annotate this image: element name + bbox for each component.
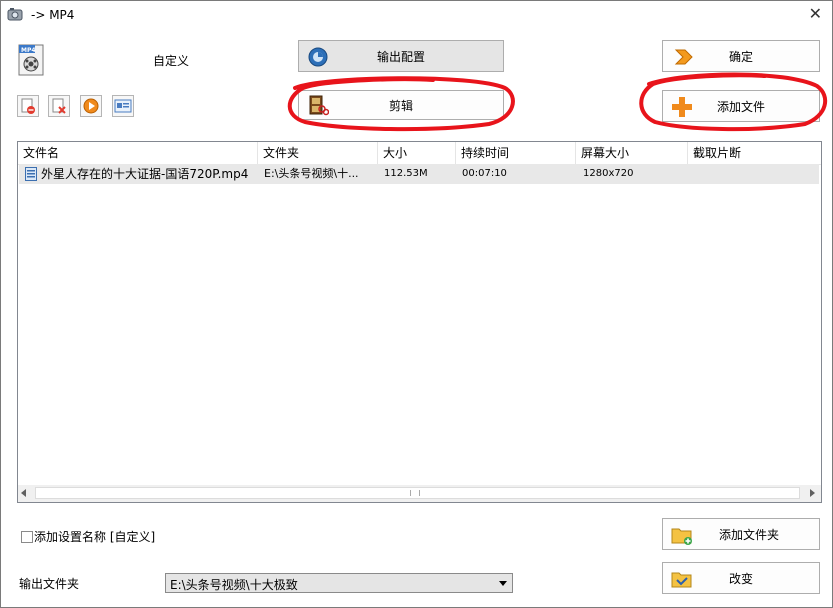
column-header-duration[interactable]: 持续时间 <box>456 142 576 164</box>
edit-button[interactable]: 剪辑 <box>298 90 504 120</box>
edit-label: 剪辑 <box>388 98 413 113</box>
close-icon[interactable]: ✕ <box>809 6 822 22</box>
remove-item-icon[interactable] <box>17 95 39 117</box>
window-title: -> MP4 <box>31 8 75 22</box>
confirm-label: 确定 <box>728 49 753 64</box>
row-size: 112.53M <box>384 168 428 179</box>
change-folder-button[interactable]: 改变 <box>662 562 820 594</box>
column-header-screen[interactable]: 屏幕大小 <box>576 142 688 164</box>
play-icon[interactable] <box>80 95 102 117</box>
row-clip <box>694 164 814 184</box>
chevron-down-icon <box>499 581 507 586</box>
scrollbar-grip <box>410 490 420 496</box>
svg-text:MP4: MP4 <box>21 47 36 54</box>
column-header-clip[interactable]: 截取片断 <box>688 142 821 164</box>
add-preset-name-label: 添加设置名称 [自定义] <box>34 530 156 544</box>
mp4-file-icon: MP4 <box>18 44 44 76</box>
app-icon <box>7 8 23 21</box>
scroll-left-icon[interactable] <box>21 489 26 497</box>
column-header-folder[interactable]: 文件夹 <box>258 142 378 164</box>
row-duration: 00:07:10 <box>462 168 507 179</box>
row-folder: E:\头条号视频\十... <box>264 167 359 180</box>
table-header: 文件名 文件夹 大小 持续时间 屏幕大小 截取片断 <box>18 142 821 165</box>
row-screen-size: 1280x720 <box>583 168 634 179</box>
output-config-label: 输出配置 <box>376 49 425 64</box>
add-preset-name-checkbox[interactable] <box>21 531 33 543</box>
output-config-button[interactable]: 输出配置 <box>298 40 504 72</box>
add-file-button[interactable]: 添加文件 <box>662 90 820 122</box>
confirm-button[interactable]: 确定 <box>662 40 820 72</box>
add-folder-label: 添加文件夹 <box>718 527 779 542</box>
scrollbar-thumb[interactable] <box>35 487 800 499</box>
file-table: 文件名 文件夹 大小 持续时间 屏幕大小 截取片断 外星人存在的十大证据-国语7… <box>17 141 822 503</box>
table-row[interactable]: 外星人存在的十大证据-国语720P.mp4 E:\头条号视频\十... 112.… <box>19 164 819 184</box>
output-folder-select[interactable]: E:\头条号视频\十大极致 <box>165 573 513 593</box>
row-file-name: 外星人存在的十大证据-国语720P.mp4 <box>41 167 249 181</box>
add-file-label: 添加文件 <box>716 99 765 114</box>
output-folder-label: 输出文件夹 <box>19 577 80 591</box>
media-info-icon[interactable] <box>112 95 134 117</box>
window: -> MP4 ✕ MP4 自定义 输出配置 确定 剪辑 添加文件 文件名 文件夹… <box>0 0 833 608</box>
column-header-size[interactable]: 大小 <box>378 142 456 164</box>
title-bar: -> MP4 ✕ <box>1 1 832 29</box>
add-folder-button[interactable]: 添加文件夹 <box>662 518 820 550</box>
horizontal-scrollbar[interactable] <box>18 485 821 502</box>
video-file-icon <box>25 167 37 181</box>
column-header-name[interactable]: 文件名 <box>18 142 258 164</box>
output-folder-value: E:\头条号视频\十大极致 <box>170 578 298 592</box>
change-label: 改变 <box>728 571 753 586</box>
preset-label: 自定义 <box>153 54 190 68</box>
clear-list-icon[interactable] <box>48 95 70 117</box>
scroll-right-icon[interactable] <box>810 489 815 497</box>
